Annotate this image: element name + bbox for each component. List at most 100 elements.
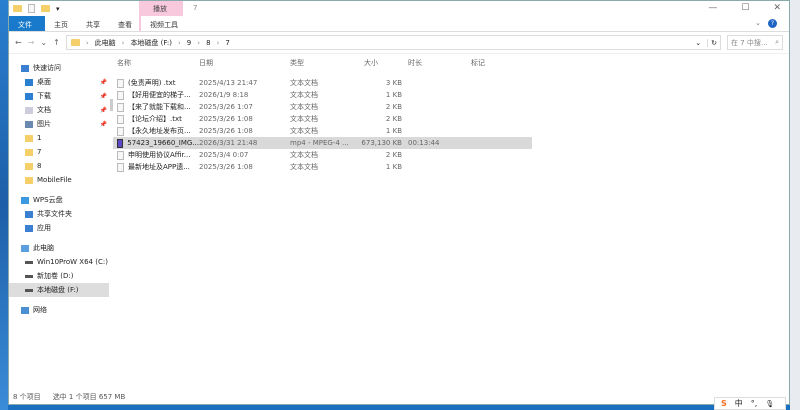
file-row[interactable]: (免责声明) .txt 2025/4/13 21:47 文本文档 3 KB xyxy=(113,77,789,89)
address-bar[interactable]: › 此电脑 › 本地磁盘 (F:) › 9 › 8 › 7 ⌄ ↻ xyxy=(65,35,721,50)
breadcrumb-8[interactable]: 8 xyxy=(206,39,210,47)
file-name: (免责声明) .txt xyxy=(128,79,176,87)
item-count: 8 个项目 xyxy=(13,393,41,401)
star-icon xyxy=(21,64,29,72)
up-button[interactable]: ↑ xyxy=(53,38,60,47)
file-name-cell: 最新地址及APP遗... xyxy=(113,162,199,172)
tab-share[interactable]: 共享 xyxy=(77,16,109,31)
sidebar-item-label: 桌面 xyxy=(37,78,51,86)
selection-info: 选中 1 个项目 657 MB xyxy=(52,393,126,401)
expand-ribbon-icon[interactable]: ⌄ xyxy=(755,19,761,27)
sidebar-item[interactable]: WPS云盘 xyxy=(9,193,109,207)
file-row[interactable]: 【论坛介绍】.txt 2025/3/26 1:08 文本文档 2 KB xyxy=(113,113,789,125)
sidebar-item[interactable]: MobileFile xyxy=(9,173,109,187)
forward-button[interactable]: → xyxy=(28,38,35,47)
ime-mode[interactable]: 中 xyxy=(735,398,743,409)
file-size: 1 KB xyxy=(385,163,402,171)
customize-toolbar-icon[interactable]: ▾ xyxy=(56,5,60,13)
address-dropdown-icon[interactable]: ⌄ xyxy=(695,39,701,47)
close-button[interactable]: ✕ xyxy=(773,3,781,13)
apps-icon xyxy=(25,224,33,232)
sidebar-item[interactable]: 此电脑 xyxy=(9,241,109,255)
file-row[interactable]: 57423_19660_IMG... 2026/3/31 21:48 mp4 -… xyxy=(113,137,532,149)
recent-locations-button[interactable]: ⌄ xyxy=(40,38,47,47)
sidebar-item[interactable]: 文档 📌 xyxy=(9,103,109,117)
file-row[interactable]: 【永久地址发布页... 2025/3/26 1:08 文本文档 1 KB xyxy=(113,125,789,137)
sidebar-item[interactable]: 1 xyxy=(9,131,109,145)
sidebar-item[interactable]: 7 xyxy=(9,145,109,159)
search-input[interactable]: 在 7 中搜... ⌕ xyxy=(727,35,783,50)
microphone-icon[interactable]: 🎙 xyxy=(765,400,774,408)
column-type[interactable]: 类型 xyxy=(290,58,360,68)
file-name: 最新地址及APP遗... xyxy=(128,163,190,171)
sidebar-item-label: 文档 xyxy=(37,106,51,114)
minimize-button[interactable]: — xyxy=(708,3,717,13)
maximize-button[interactable]: ☐ xyxy=(741,3,749,13)
pin-icon[interactable]: 📌 xyxy=(100,93,107,100)
ime-toolbar[interactable]: S 中 °, 🎙 xyxy=(714,397,786,410)
sidebar-item[interactable]: 网络 xyxy=(9,303,109,317)
navigation-pane: 快速访问 桌面 📌 下载 📌 文档 📌 图片 📌 1 7 8 MobileFile WPS云盘 共享文件夹应… xyxy=(9,61,109,317)
help-icon[interactable]: ? xyxy=(768,19,777,28)
pin-icon[interactable]: 📌 xyxy=(100,121,107,128)
refresh-button[interactable]: ↻ xyxy=(707,38,720,47)
file-type: 文本文档 xyxy=(290,127,318,135)
tab-home[interactable]: 主页 xyxy=(45,16,77,31)
sidebar-item[interactable]: Win10ProW X64 (C:) xyxy=(9,255,109,269)
search-placeholder: 在 7 中搜... xyxy=(731,39,768,47)
file-row[interactable]: 申明使用协议Affir... 2025/3/4 0:07 文本文档 2 KB xyxy=(113,149,789,161)
sidebar-item-label: Win10ProW X64 (C:) xyxy=(37,258,108,266)
file-type: mp4 - MPEG-4 ... xyxy=(290,139,349,147)
back-button[interactable]: ← xyxy=(15,38,22,47)
sidebar-item[interactable]: 快速访问 xyxy=(9,61,109,75)
file-row[interactable]: 最新地址及APP遗... 2025/3/26 1:08 文本文档 1 KB xyxy=(113,161,789,173)
folder-icon xyxy=(70,39,80,46)
file-row[interactable]: 【好用便宜的梯子... 2026/1/9 8:18 文本文档 1 KB xyxy=(113,89,789,101)
column-tags[interactable]: 标记 xyxy=(471,58,511,68)
file-row[interactable]: 【来了就能下载和... 2025/3/26 1:07 文本文档 2 KB xyxy=(113,101,789,113)
punctuation-toggle[interactable]: °, xyxy=(751,399,758,408)
ribbon-tabs: 文件 主页 共享 查看 视频工具 ⌄ ? xyxy=(9,16,789,32)
sidebar-item[interactable]: 桌面 📌 xyxy=(9,75,109,89)
sidebar-item[interactable]: 应用 xyxy=(9,221,109,235)
tab-file[interactable]: 文件 xyxy=(9,16,45,31)
file-size: 2 KB xyxy=(385,151,402,159)
folder-icon[interactable] xyxy=(13,5,22,12)
tab-video-tools[interactable]: 视频工具 xyxy=(141,16,187,31)
drive-icon xyxy=(25,274,33,278)
sidebar-item[interactable]: 新加卷 (D:) xyxy=(9,269,109,283)
breadcrumb-this-pc[interactable]: 此电脑 xyxy=(95,38,116,48)
breadcrumb-7[interactable]: 7 xyxy=(225,39,229,47)
breadcrumb-drive-f[interactable]: 本地磁盘 (F:) xyxy=(130,38,172,48)
file-name-cell: 【永久地址发布页... xyxy=(113,126,199,136)
file-type: 文本文档 xyxy=(290,91,318,99)
sidebar-item-label: 8 xyxy=(37,162,42,170)
tab-view[interactable]: 查看 xyxy=(109,16,141,31)
sogou-logo-icon[interactable]: S xyxy=(721,399,727,408)
sidebar-item[interactable]: 下载 📌 xyxy=(9,89,109,103)
cloud-icon xyxy=(21,196,29,204)
pin-icon[interactable]: 📌 xyxy=(100,107,107,114)
file-name-cell: 申明使用协议Affir... xyxy=(113,150,199,160)
folder-icon xyxy=(25,134,33,142)
file-name: 【永久地址发布页... xyxy=(128,127,191,135)
column-date[interactable]: 日期 xyxy=(199,58,290,68)
new-folder-icon[interactable] xyxy=(41,5,50,12)
column-duration[interactable]: 时长 xyxy=(408,58,471,68)
properties-icon[interactable] xyxy=(28,4,35,13)
file-date: 2025/3/26 1:08 xyxy=(199,115,253,123)
sidebar-item[interactable]: 图片 📌 xyxy=(9,117,109,131)
sidebar-item[interactable]: 本地磁盘 (F:) xyxy=(9,283,109,297)
sidebar-item[interactable]: 共享文件夹 xyxy=(9,207,109,221)
video-file-icon xyxy=(117,138,124,148)
file-size: 1 KB xyxy=(385,127,402,135)
sidebar-item[interactable]: 8 xyxy=(9,159,109,173)
sidebar-item-label: 网络 xyxy=(33,306,47,314)
file-name-cell: (免责声明) .txt xyxy=(113,78,199,88)
text-file-icon xyxy=(117,114,124,124)
column-name[interactable]: 名称 xyxy=(113,58,199,68)
window-title: 7 xyxy=(193,4,198,12)
breadcrumb-9[interactable]: 9 xyxy=(187,39,191,47)
pin-icon[interactable]: 📌 xyxy=(100,79,107,86)
column-size[interactable]: 大小 xyxy=(360,58,408,68)
